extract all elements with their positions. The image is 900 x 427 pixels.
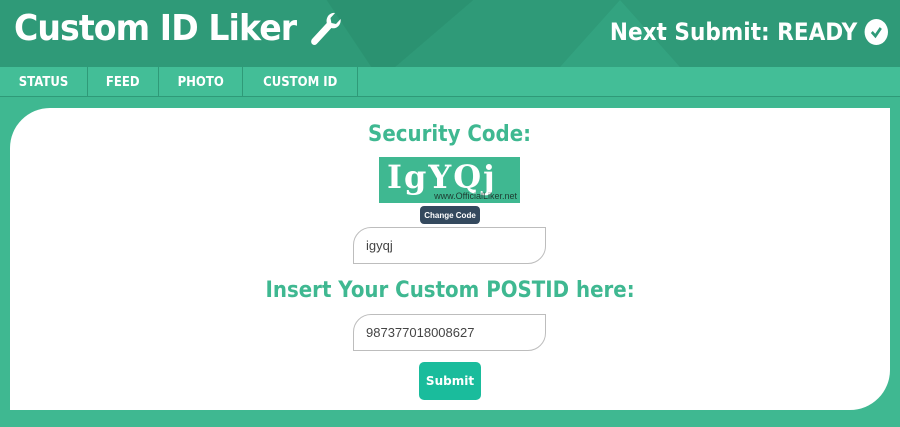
- nav-item-custom-id[interactable]: CUSTOM ID: [243, 67, 359, 97]
- app-title: Custom ID Liker: [14, 8, 344, 49]
- captcha-watermark: www.OfficialLiker.net: [434, 191, 517, 201]
- form-panel: Security Code: IgYQj www.OfficialLiker.n…: [10, 108, 890, 410]
- main-nav: STATUS FEED PHOTO CUSTOM ID: [0, 67, 900, 97]
- security-code-input[interactable]: igyqj: [353, 227, 546, 264]
- submit-button[interactable]: Submit: [419, 362, 481, 400]
- app-title-text: Custom ID Liker: [14, 8, 297, 49]
- app-header: Custom ID Liker Next Submit: READY: [0, 0, 900, 67]
- postid-input[interactable]: 987377018008627: [353, 314, 546, 351]
- postid-title: Insert Your Custom POSTID here:: [265, 278, 635, 303]
- captcha-image: IgYQj www.OfficialLiker.net: [379, 157, 520, 203]
- next-submit-text: Next Submit: READY: [609, 18, 858, 46]
- nav-item-photo[interactable]: PHOTO: [159, 67, 243, 97]
- check-circle-icon: [864, 19, 888, 45]
- footer-strip: [0, 412, 900, 427]
- wrench-icon: [310, 12, 341, 45]
- security-code-title: Security Code:: [368, 122, 532, 147]
- next-submit-status: Next Submit: READY: [610, 18, 888, 46]
- change-code-button[interactable]: Change Code: [420, 206, 480, 224]
- nav-item-status[interactable]: STATUS: [0, 67, 89, 97]
- nav-item-feed[interactable]: FEED: [88, 67, 159, 97]
